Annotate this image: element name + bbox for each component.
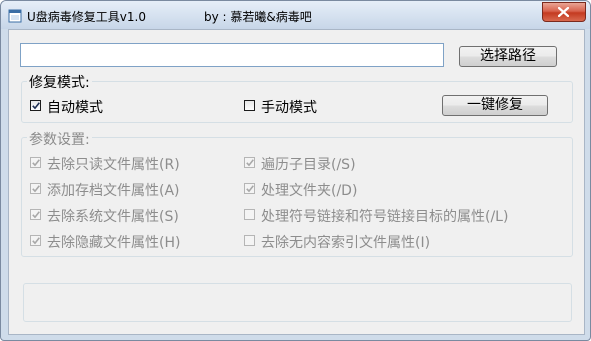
author-credit: by : 慕若曦&病毒吧 xyxy=(204,10,312,24)
app-icon xyxy=(8,8,22,23)
close-icon xyxy=(558,7,569,17)
repair-mode-label: 修复模式: xyxy=(27,72,92,92)
checkbox-box xyxy=(30,209,41,220)
checkbox-box xyxy=(30,183,41,194)
status-log-box xyxy=(23,283,572,322)
checkbox-box xyxy=(244,183,255,194)
title-bar[interactable]: U盘病毒修复工具v1.0 by : 慕若曦&病毒吧 xyxy=(1,1,590,29)
checkbox-box xyxy=(30,157,41,168)
browse-button[interactable]: 选择路径 xyxy=(459,46,557,67)
checkbox-box xyxy=(30,235,41,246)
checkbox-box xyxy=(244,209,255,220)
remove-hidden-label: 去除隐藏文件属性(H) xyxy=(47,235,181,251)
remove-system-label: 去除系统文件属性(S) xyxy=(47,209,179,225)
checkbox-box xyxy=(244,235,255,246)
process-symlinks-label: 处理符号链接和符号链接目标的属性(/L) xyxy=(261,209,509,225)
one-click-repair-button[interactable]: 一键修复 xyxy=(442,95,548,116)
checkbox-box xyxy=(30,100,41,111)
client-area: 选择路径 修复模式: 自动模式 手动模式 一键修复 参数设置: 去除只读文件属性… xyxy=(8,29,585,335)
add-archive-label: 添加存档文件属性(A) xyxy=(47,183,180,199)
remove-not-indexed-label: 去除无内容索引文件属性(I) xyxy=(261,235,431,251)
checkbox-box xyxy=(244,100,255,111)
path-input[interactable] xyxy=(20,43,444,67)
window-title: U盘病毒修复工具v1.0 xyxy=(27,10,146,24)
parameter-settings-label: 参数设置: xyxy=(27,129,92,149)
app-window: U盘病毒修复工具v1.0 by : 慕若曦&病毒吧 选择路径 修复模式: 自动模… xyxy=(0,0,591,341)
remove-readonly-label: 去除只读文件属性(R) xyxy=(47,157,180,173)
manual-mode-label: 手动模式 xyxy=(261,100,317,116)
auto-mode-label: 自动模式 xyxy=(47,100,103,116)
recurse-subdirs-label: 遍历子目录(/S) xyxy=(261,157,356,173)
close-button[interactable] xyxy=(542,2,586,22)
checkbox-box xyxy=(244,157,255,168)
process-folders-label: 处理文件夹(/D) xyxy=(261,183,358,199)
